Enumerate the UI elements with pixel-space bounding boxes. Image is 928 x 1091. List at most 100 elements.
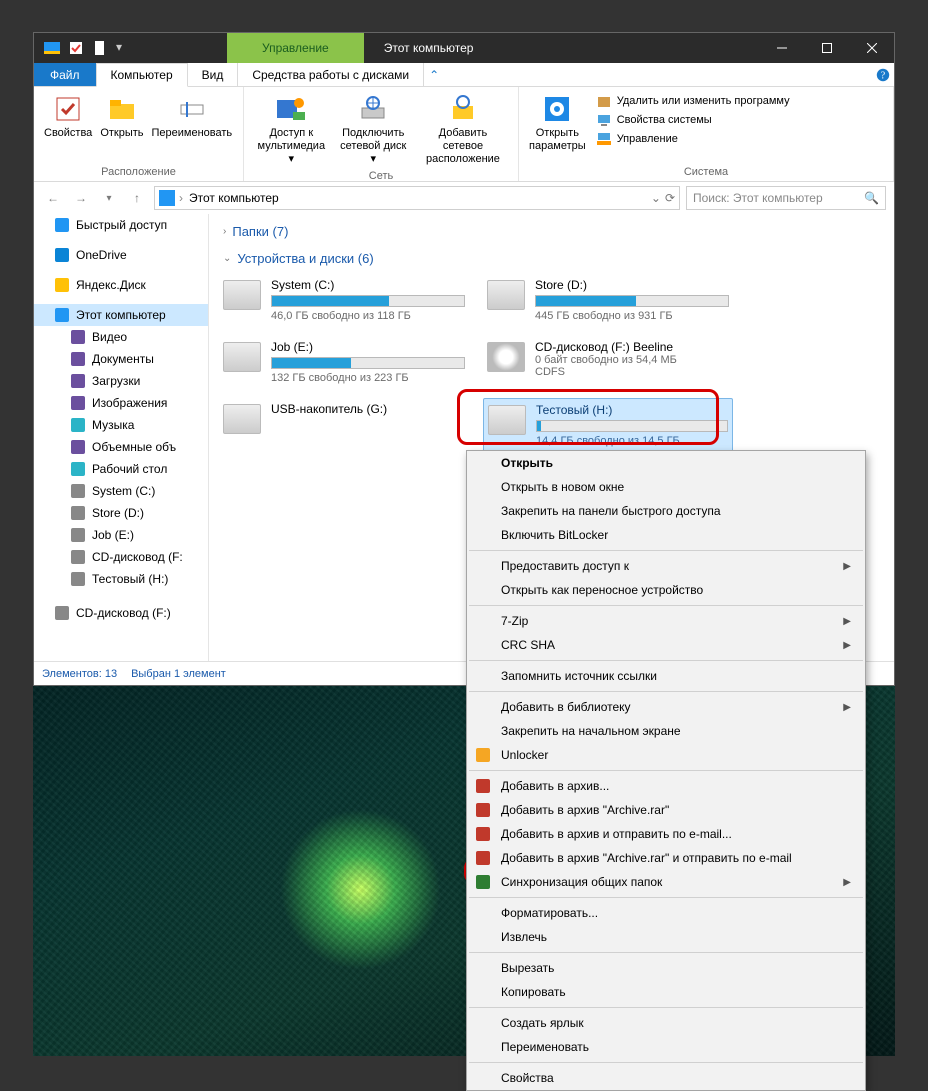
ctx-добавить-в-библиотеку[interactable]: Добавить в библиотеку▶ [467, 695, 865, 719]
nav-forward-button[interactable]: → [70, 187, 92, 209]
nav-item-documents[interactable]: Документы [34, 348, 208, 370]
folders-section-header[interactable]: ›Папки (7) [219, 220, 894, 247]
drive-store-d[interactable]: Store (D:)445 ГБ свободно из 931 ГБ [483, 274, 733, 326]
devices-section-header[interactable]: ⌄Устройства и диски (6) [219, 247, 894, 274]
chevron-right-icon: ▶ [843, 640, 851, 651]
minimize-button[interactable] [759, 33, 804, 63]
ctx-добавить-в-архив-и-отправить-по-e-mail[interactable]: Добавить в архив и отправить по e-mail..… [467, 822, 865, 846]
nav-item-quick-access[interactable]: Быстрый доступ [34, 214, 208, 236]
manage-button[interactable]: Управление [596, 131, 790, 147]
add-network-button[interactable]: Добавить сетевое расположение [414, 91, 512, 168]
nav-item-desktop[interactable]: Рабочий стол [34, 458, 208, 480]
open-settings-label: Открыть параметры [529, 127, 586, 153]
nav-item-volumes[interactable]: Объемные объ [34, 436, 208, 458]
monitor-icon [596, 112, 612, 128]
drive-test-h[interactable]: Тестовый (H:)14,4 ГБ свободно из 14,5 ГБ [483, 398, 733, 452]
ctx-синхронизация-общих-папок[interactable]: Синхронизация общих папок▶ [467, 870, 865, 894]
ctx-свойства[interactable]: Свойства [467, 1066, 865, 1090]
rename-button[interactable]: Переименовать [148, 91, 237, 142]
ctx-извлечь[interactable]: Извлечь [467, 925, 865, 949]
ctx-открыть-в-новом-окне[interactable]: Открыть в новом окне [467, 475, 865, 499]
drive-free-text: 46,0 ГБ свободно из 118 ГБ [271, 310, 465, 322]
tab-computer[interactable]: Компьютер [96, 63, 188, 87]
media-access-button[interactable]: Доступ к мультимедиа ▾ [250, 91, 333, 168]
properties-button[interactable]: Свойства [40, 91, 96, 142]
nav-item-cd-f[interactable]: CD-дисковод (F: [34, 546, 208, 568]
qat-dropdown-icon[interactable]: ▾ [116, 40, 132, 56]
tab-view[interactable]: Вид [188, 63, 239, 86]
download-icon [70, 373, 86, 389]
nav-item-store-d[interactable]: Store (D:) [34, 502, 208, 524]
ctx-запомнить-источник-ссылки[interactable]: Запомнить источник ссылки [467, 664, 865, 688]
capacity-bar [271, 295, 465, 307]
drive-icon [223, 404, 261, 434]
address-bar[interactable]: › Этот компьютер ⌄ ⟳ [154, 186, 680, 210]
nav-up-button[interactable]: ↑ [126, 187, 148, 209]
ctx-вырезать[interactable]: Вырезать [467, 956, 865, 980]
drive-free-text: 14,4 ГБ свободно из 14,5 ГБ [536, 435, 728, 447]
nav-item-label: Job (E:) [92, 528, 134, 542]
music-icon [70, 417, 86, 433]
ctx-копировать[interactable]: Копировать [467, 980, 865, 1004]
ctx-7-zip[interactable]: 7-Zip▶ [467, 609, 865, 633]
ctx-добавить-в-архив-archive-rar-и-отправить-по-e-mail[interactable]: Добавить в архив "Archive.rar" и отправи… [467, 846, 865, 870]
nav-item-test-h[interactable]: Тестовый (H:) [34, 568, 208, 590]
nav-item-system-c[interactable]: System (C:) [34, 480, 208, 502]
ctx-item-label: Добавить в архив "Archive.rar" [501, 803, 669, 817]
maximize-button[interactable] [804, 33, 849, 63]
nav-back-button[interactable]: ← [42, 187, 64, 209]
ctx-crc-sha[interactable]: CRC SHA▶ [467, 633, 865, 657]
chevron-right-icon: ▶ [843, 877, 851, 888]
address-bar-row: ← → ▾ ↑ › Этот компьютер ⌄ ⟳ Поиск: Этот… [34, 182, 894, 214]
help-button[interactable]: ? [872, 63, 894, 86]
nav-item-downloads[interactable]: Загрузки [34, 370, 208, 392]
drive-cd-f[interactable]: CD-дисковод (F:) Beeline0 байт свободно … [483, 336, 733, 388]
nav-item-music[interactable]: Музыка [34, 414, 208, 436]
nav-item-onedrive[interactable]: OneDrive [34, 244, 208, 266]
open-button[interactable]: Открыть [96, 91, 147, 142]
ctx-закрепить-на-панели-быстрого-доступа[interactable]: Закрепить на панели быстрого доступа [467, 499, 865, 523]
ctx-item-label: Добавить в архив и отправить по e-mail..… [501, 827, 732, 841]
drive-usb-g[interactable]: USB-накопитель (G:) [219, 398, 469, 452]
nav-item-job-e[interactable]: Job (E:) [34, 524, 208, 546]
file-menu[interactable]: Файл [34, 63, 96, 86]
map-network-button[interactable]: Подключить сетевой диск ▾ [333, 91, 414, 168]
ctx-добавить-в-архив[interactable]: Добавить в архив... [467, 774, 865, 798]
address-dropdown-icon[interactable]: ⌄ [651, 191, 661, 205]
nav-item-videos[interactable]: Видео [34, 326, 208, 348]
ribbon-context-tab[interactable]: Управление [227, 33, 364, 63]
ctx-предоставить-доступ-к[interactable]: Предоставить доступ к▶ [467, 554, 865, 578]
drive-fs-text: CDFS [535, 366, 729, 378]
system-props-button[interactable]: Свойства системы [596, 112, 790, 128]
uninstall-label: Удалить или изменить программу [617, 95, 790, 107]
breadcrumb-this-pc[interactable]: Этот компьютер [187, 191, 281, 205]
search-input[interactable]: Поиск: Этот компьютер 🔍 [686, 186, 886, 210]
open-settings-button[interactable]: Открыть параметры [525, 91, 590, 155]
nav-item-cd-f2[interactable]: CD-дисковод (F:) [34, 602, 208, 624]
tab-drive-tools[interactable]: Средства работы с дисками [238, 63, 424, 86]
close-button[interactable] [849, 33, 894, 63]
nav-item-label: Яндекс.Диск [76, 278, 146, 292]
uninstall-button[interactable]: Удалить или изменить программу [596, 93, 790, 109]
qat-new-icon[interactable] [92, 40, 108, 56]
drive-job-e[interactable]: Job (E:)132 ГБ свободно из 223 ГБ [219, 336, 469, 388]
ctx-открыть[interactable]: Открыть [467, 451, 865, 475]
nav-recent-button[interactable]: ▾ [98, 187, 120, 209]
ribbon-collapse-button[interactable]: ⌃ [424, 63, 444, 86]
ctx-создать-ярлык[interactable]: Создать ярлык [467, 1011, 865, 1035]
ctx-unlocker[interactable]: Unlocker [467, 743, 865, 767]
nav-item-pictures[interactable]: Изображения [34, 392, 208, 414]
nav-item-yandex-disk[interactable]: Яндекс.Диск [34, 274, 208, 296]
ctx-переименовать[interactable]: Переименовать [467, 1035, 865, 1059]
ctx-добавить-в-архив-archive-rar[interactable]: Добавить в архив "Archive.rar" [467, 798, 865, 822]
drive-system-c[interactable]: System (C:)46,0 ГБ свободно из 118 ГБ [219, 274, 469, 326]
ctx-форматировать[interactable]: Форматировать... [467, 901, 865, 925]
ctx-включить-bitlocker[interactable]: Включить BitLocker [467, 523, 865, 547]
qat-save-icon[interactable] [68, 40, 84, 56]
ctx-закрепить-на-начальном-экране[interactable]: Закрепить на начальном экране [467, 719, 865, 743]
desktop-icon [70, 461, 86, 477]
ctx-item-label: Добавить в архив "Archive.rar" и отправи… [501, 851, 792, 865]
nav-item-this-pc[interactable]: Этот компьютер [34, 304, 208, 326]
refresh-button[interactable]: ⟳ [665, 191, 675, 205]
ctx-открыть-как-переносное-устройство[interactable]: Открыть как переносное устройство [467, 578, 865, 602]
